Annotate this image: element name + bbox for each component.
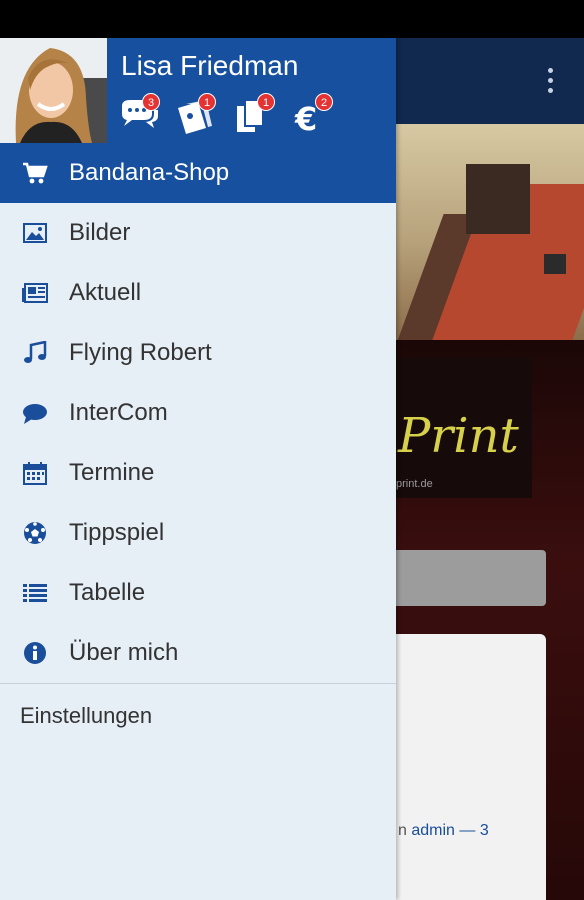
badge: 1: [198, 93, 216, 111]
logo-subtext: print.de: [396, 478, 433, 490]
drawer-header: Lisa Friedman 3 1 1 € 2: [0, 38, 396, 143]
navigation-drawer: Lisa Friedman 3 1 1 € 2 Bandana-Shop Bil…: [0, 38, 396, 900]
user-name: Lisa Friedman: [121, 50, 299, 81]
menu-item-label: Über mich: [69, 639, 179, 666]
menu-item-label: Bandana-Shop: [69, 159, 230, 186]
divider: [0, 683, 396, 684]
badge: 2: [315, 93, 333, 111]
settings-item[interactable]: Einstellungen: [20, 698, 152, 734]
menu-item-bilder[interactable]: Bilder: [0, 203, 396, 263]
svg-text:€: €: [294, 100, 317, 134]
status-bar: [0, 0, 584, 38]
menu-item-tabelle[interactable]: Tabelle: [0, 563, 396, 623]
cart-icon: [23, 162, 48, 184]
menu-item-ueber-mich[interactable]: Über mich: [0, 623, 396, 683]
image-icon: [23, 223, 47, 243]
badge: 1: [257, 93, 275, 111]
info-icon: [24, 642, 46, 664]
badge: 3: [142, 93, 160, 111]
menu-item-label: Flying Robert: [69, 339, 212, 366]
tickets-stat[interactable]: 1: [176, 93, 216, 136]
menu-item-label: Aktuell: [69, 279, 142, 306]
menu-item-label: Bilder: [69, 219, 131, 246]
menu-item-label: Tabelle: [69, 579, 146, 606]
menu-item-label: InterCom: [69, 399, 168, 426]
documents-stat[interactable]: 1: [235, 93, 275, 136]
list-icon: [23, 584, 47, 602]
content-bar[interactable]: [396, 550, 546, 606]
chat-icon: [23, 404, 47, 424]
messages-stat[interactable]: 3: [120, 93, 160, 136]
menu-item-bandana-shop[interactable]: Bandana-Shop: [0, 143, 396, 203]
newspaper-icon: [22, 283, 48, 303]
logo-text: Print: [398, 408, 519, 464]
menu-item-flying-robert[interactable]: Flying Robert: [0, 323, 396, 383]
payments-stat[interactable]: € 2: [293, 93, 333, 138]
post-card[interactable]: [396, 634, 546, 900]
calendar-icon: [23, 462, 47, 485]
menu-item-tippspiel[interactable]: Tippspiel: [0, 503, 396, 563]
avatar[interactable]: [0, 38, 107, 143]
menu-item-label: Termine: [69, 459, 155, 486]
music-note-icon: [24, 341, 47, 363]
menu-item-intercom[interactable]: InterCom: [0, 383, 396, 443]
menu-item-aktuell[interactable]: Aktuell: [0, 263, 396, 323]
menu-item-label: Tippspiel: [69, 519, 165, 546]
post-meta: n admin — 3: [398, 822, 489, 839]
author-link[interactable]: admin: [411, 822, 455, 839]
soccer-ball-icon: [24, 522, 46, 544]
drawer-menu: Bandana-Shop Bilder Aktuell Flying Rober…: [0, 143, 396, 683]
overflow-menu-icon[interactable]: [540, 68, 560, 98]
menu-item-termine[interactable]: Termine: [0, 443, 396, 503]
